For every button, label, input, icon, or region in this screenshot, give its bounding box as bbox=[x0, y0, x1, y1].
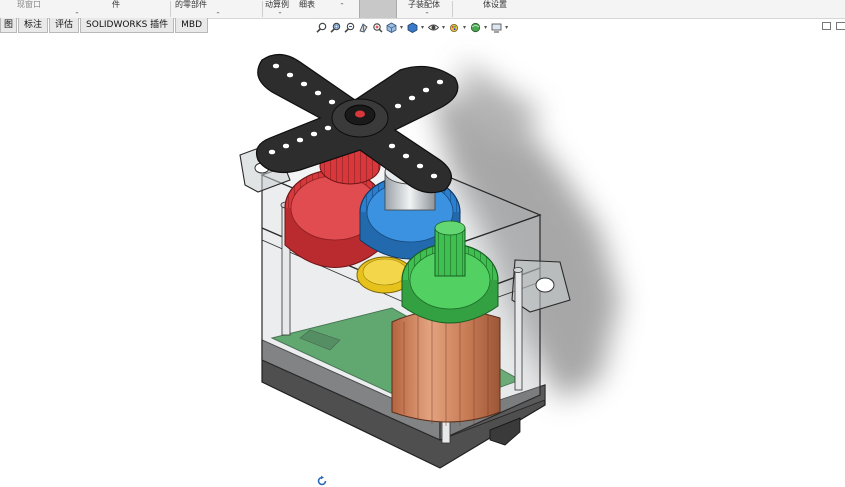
zoom-area-icon[interactable] bbox=[330, 22, 341, 33]
graphics-area[interactable] bbox=[0, 34, 845, 486]
ribbon-item-label: 的零部件 bbox=[175, 0, 207, 9]
ribbon-item-assembly-settings[interactable]: 体设置 bbox=[483, 0, 507, 18]
restore-window-button[interactable] bbox=[822, 22, 831, 30]
ribbon-item-label: 细表 bbox=[299, 0, 315, 9]
maximize-window-button[interactable] bbox=[836, 22, 845, 30]
ribbon-item-label: 子装配体 bbox=[408, 0, 440, 9]
rebuild-icon[interactable] bbox=[316, 475, 328, 487]
ribbon-separator bbox=[262, 1, 263, 17]
dynamic-annotation-icon[interactable] bbox=[372, 22, 383, 33]
edit-appearance-icon[interactable] bbox=[449, 22, 460, 33]
hide-show-items-icon[interactable] bbox=[428, 22, 440, 33]
tab-evaluate[interactable]: 评估 bbox=[49, 18, 80, 33]
tab-markup[interactable]: 标注 bbox=[18, 18, 49, 33]
section-view-icon[interactable] bbox=[358, 22, 369, 33]
ribbon-item-dropdown: - bbox=[216, 8, 220, 18]
display-style-icon[interactable] bbox=[407, 22, 418, 33]
ribbon-item-label: 体设置 bbox=[483, 0, 507, 9]
ribbon: 现窗口 件 - 的零部件 - 动算例 - 细表 - 子装配体 - 体设置 bbox=[0, 0, 845, 19]
chevron-down-icon[interactable]: ▾ bbox=[400, 24, 403, 31]
tab-view[interactable]: 图 bbox=[0, 18, 18, 33]
ribbon-item-dropdown: - bbox=[75, 8, 79, 18]
ribbon-item-label: 件 bbox=[112, 0, 120, 9]
ribbon-item-part[interactable]: 件 - bbox=[72, 0, 162, 18]
chevron-down-icon[interactable]: ▾ bbox=[505, 24, 508, 31]
chevron-down-icon[interactable]: ▾ bbox=[421, 24, 424, 31]
ribbon-item-label: 现窗口 bbox=[17, 0, 41, 9]
ribbon-item-subassembly[interactable]: 子装配体 - bbox=[408, 0, 448, 18]
zoom-to-fit-icon[interactable] bbox=[316, 22, 327, 33]
ribbon-item-bom[interactable]: 细表 bbox=[299, 0, 323, 18]
ribbon-item-label: 动算例 bbox=[265, 0, 289, 9]
tab-mbd[interactable]: MBD bbox=[175, 18, 209, 33]
heads-up-view-toolbar: ▾ ▾ ▾ ▾ ▾ ▾ bbox=[316, 20, 512, 34]
ribbon-separator bbox=[452, 1, 453, 17]
ribbon-item-dropdown: - bbox=[425, 8, 429, 18]
view-settings-icon[interactable] bbox=[491, 22, 502, 33]
ribbon-item-dropdown: - bbox=[340, 0, 344, 9]
dc-motor[interactable] bbox=[391, 309, 501, 426]
chevron-down-icon[interactable]: ▾ bbox=[442, 24, 445, 31]
servo-assembly-model[interactable] bbox=[0, 34, 845, 475]
chevron-down-icon[interactable]: ▾ bbox=[463, 24, 466, 31]
view-orientation-icon[interactable] bbox=[386, 22, 397, 33]
ribbon-item-more[interactable]: - bbox=[333, 0, 353, 18]
ribbon-separator bbox=[170, 1, 171, 17]
apply-scene-icon[interactable] bbox=[470, 22, 481, 33]
tab-solidworks-addins[interactable]: SOLIDWORKS 插件 bbox=[80, 18, 175, 33]
ribbon-item-window[interactable]: 现窗口 bbox=[17, 0, 41, 18]
command-manager-tabs: 图 标注 评估 SOLIDWORKS 插件 MBD bbox=[0, 18, 209, 34]
chevron-down-icon[interactable]: ▾ bbox=[484, 24, 487, 31]
ribbon-item-components[interactable]: 的零部件 - bbox=[175, 0, 245, 18]
ribbon-item-dropdown: - bbox=[278, 8, 282, 18]
previous-view-icon[interactable] bbox=[344, 22, 355, 33]
ribbon-selected-button[interactable] bbox=[359, 0, 397, 18]
ribbon-item-motion-study[interactable]: 动算例 - bbox=[265, 0, 295, 18]
